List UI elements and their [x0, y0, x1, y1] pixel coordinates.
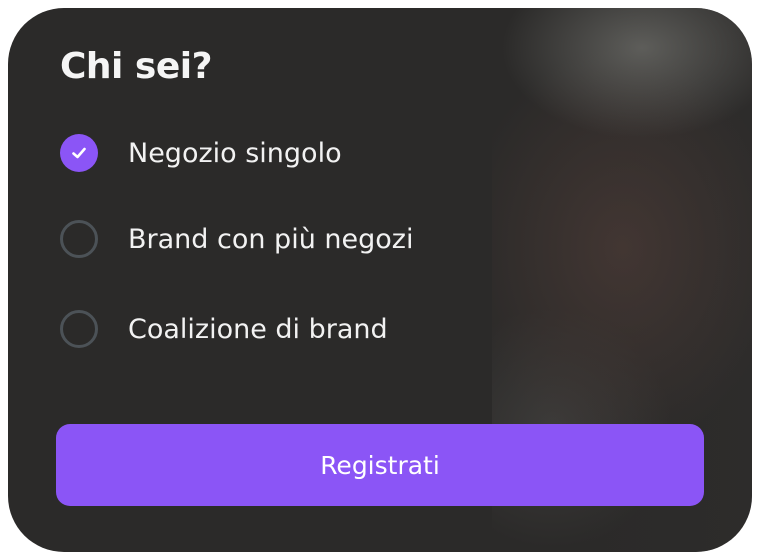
option-multi-store-brand[interactable]: Brand con più negozi — [60, 220, 413, 258]
register-button[interactable]: Registrati — [56, 424, 704, 506]
radio-brand-coalition[interactable] — [60, 310, 98, 348]
option-label-multi-store-brand: Brand con più negozi — [128, 223, 414, 255]
dialog-title: Chi sei? — [60, 46, 213, 87]
check-icon — [72, 147, 86, 159]
option-label-single-store: Negozio singolo — [128, 137, 342, 169]
radio-multi-store-brand[interactable] — [60, 220, 98, 258]
option-label-brand-coalition: Coalizione di brand — [128, 313, 388, 345]
account-type-card: Chi sei? Negozio singolo Brand con più n… — [8, 8, 752, 552]
option-single-store[interactable]: Negozio singolo — [60, 134, 342, 172]
option-brand-coalition[interactable]: Coalizione di brand — [60, 310, 388, 348]
radio-single-store[interactable] — [60, 134, 98, 172]
